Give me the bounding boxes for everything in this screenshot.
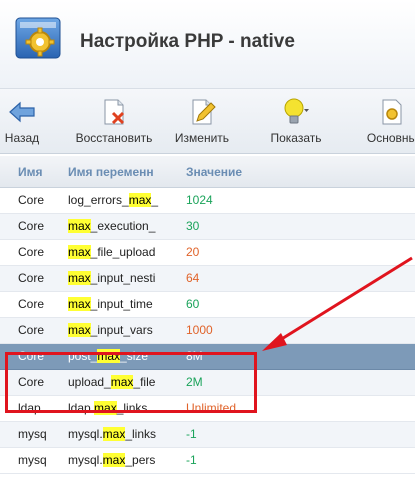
page-title: Настройка PHP - native <box>80 31 295 52</box>
edit-label: Изменить <box>174 131 230 145</box>
cell-module: Core <box>18 323 45 337</box>
annotation-highlight-box <box>5 352 257 413</box>
cell-value: 64 <box>186 271 200 285</box>
search-match-highlight: max <box>102 427 126 441</box>
cell-variable-name: max_input_vars <box>68 323 172 337</box>
cell-variable-name: mysql.max_links <box>68 427 172 441</box>
variable-name-suffix: _execution_ <box>90 219 156 233</box>
show-label: Показать <box>270 131 322 145</box>
cell-value: 30 <box>186 219 200 233</box>
variable-name-suffix: _file_upload <box>90 245 156 259</box>
cell-variable-name: max_file_upload <box>68 245 172 259</box>
table-row[interactable]: Core max_execution_ 30 <box>0 214 415 240</box>
search-match-highlight: max <box>68 297 91 311</box>
cell-variable-name: mysql.max_pers <box>68 453 172 467</box>
edit-icon <box>192 99 216 125</box>
cell-module: mysq <box>18 427 47 441</box>
search-match-highlight: max <box>68 245 91 259</box>
lightbulb-icon <box>284 98 309 124</box>
search-match-highlight: max <box>128 193 152 207</box>
restore-label: Восстановить <box>75 131 153 145</box>
cell-module: Core <box>18 297 45 311</box>
table-row[interactable]: Core max_file_upload 20 <box>0 240 415 266</box>
variable-name-prefix: log_errors_ <box>68 193 129 207</box>
cell-variable-name: log_errors_max_ <box>68 193 172 207</box>
cell-value: 20 <box>186 245 200 259</box>
window-header: Настройка PHP - native <box>0 0 415 88</box>
cell-value: -1 <box>186 427 197 441</box>
variable-name-prefix: mysql. <box>68 427 103 441</box>
column-header-value[interactable]: Значение <box>186 165 242 179</box>
back-arrow-icon <box>9 101 35 123</box>
variable-name-prefix: mysql. <box>68 453 103 467</box>
show-button[interactable]: Показать <box>262 89 330 155</box>
edit-button[interactable]: Изменить <box>166 89 238 155</box>
main-settings-label: Основны <box>366 131 415 145</box>
column-header-variable[interactable]: Имя переменн <box>68 165 154 179</box>
restore-button[interactable]: Восстановить <box>62 89 166 155</box>
variable-name-suffix: _pers <box>125 453 156 467</box>
variable-name-suffix: _input_time <box>90 297 153 311</box>
cell-value: 1024 <box>186 193 213 207</box>
cell-value: -1 <box>186 453 197 467</box>
php-settings-icon <box>15 17 61 59</box>
cell-variable-name: max_input_time <box>68 297 172 311</box>
cell-value: 1000 <box>186 323 213 337</box>
cell-module: Core <box>18 245 45 259</box>
settings-icon <box>382 99 402 125</box>
search-match-highlight: max <box>68 271 91 285</box>
search-match-highlight: max <box>68 219 91 233</box>
table-row[interactable]: Core max_input_vars 1000 <box>0 318 415 344</box>
back-button[interactable]: Назад <box>0 89 44 155</box>
cell-variable-name: max_execution_ <box>68 219 172 233</box>
toolbar: Назад Восстановить Изменить Показать Осн… <box>0 88 415 154</box>
table-row[interactable]: Core max_input_time 60 <box>0 292 415 318</box>
cell-module: mysq <box>18 453 47 467</box>
variable-name-suffix: _ <box>151 193 159 207</box>
restore-icon <box>104 99 125 125</box>
table-row[interactable]: mysq mysql.max_pers -1 <box>0 448 415 474</box>
cell-module: Core <box>18 219 45 233</box>
main-settings-button[interactable]: Основны <box>352 89 415 155</box>
table-row[interactable]: mysq mysql.max_links -1 <box>0 422 415 448</box>
cell-module: Core <box>18 271 45 285</box>
table-row[interactable]: Core log_errors_max_ 1024 <box>0 188 415 214</box>
cell-variable-name: max_input_nesti <box>68 271 172 285</box>
table-header: Имя Имя переменн Значение <box>0 156 415 188</box>
variable-name-suffix: _input_vars <box>90 323 153 337</box>
variable-name-suffix: _links <box>125 427 157 441</box>
search-match-highlight: max <box>102 453 126 467</box>
cell-module: Core <box>18 193 45 207</box>
variable-name-suffix: _input_nesti <box>90 271 156 285</box>
column-header-module[interactable]: Имя <box>18 165 43 179</box>
table-row[interactable]: Core max_input_nesti 64 <box>0 266 415 292</box>
search-match-highlight: max <box>68 323 91 337</box>
back-label: Назад <box>4 131 40 145</box>
cell-value: 60 <box>186 297 200 311</box>
